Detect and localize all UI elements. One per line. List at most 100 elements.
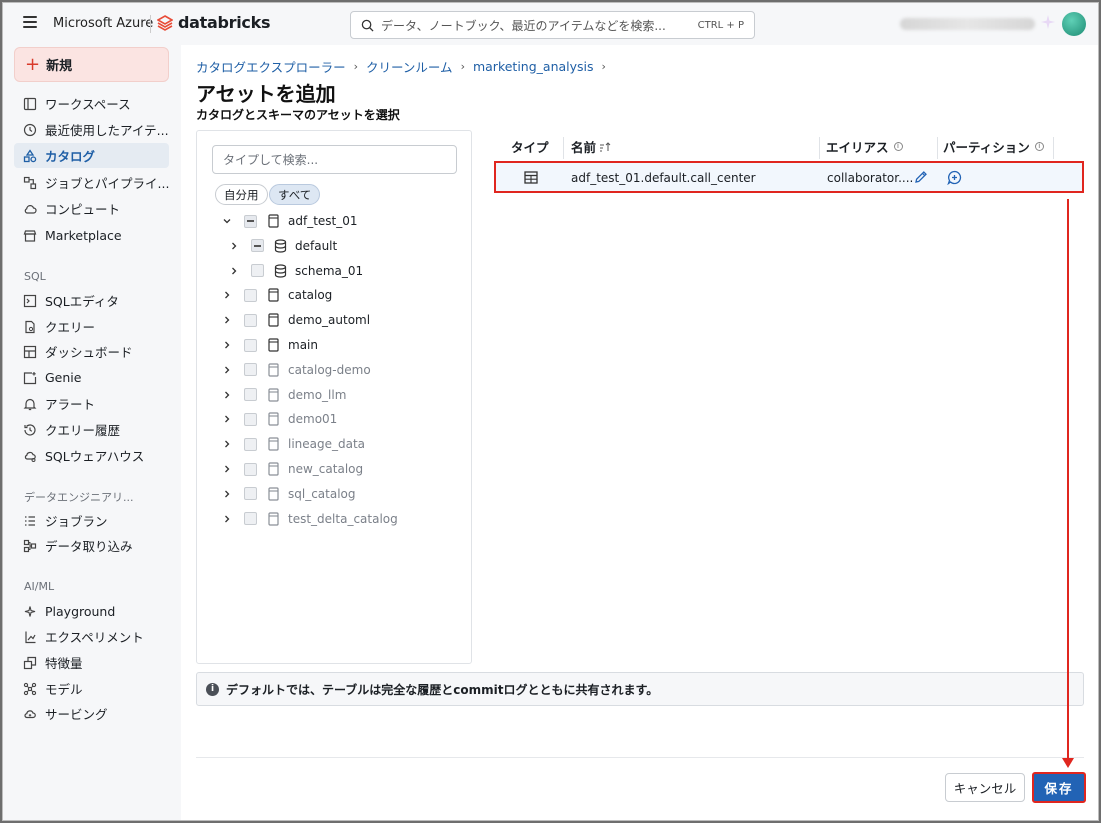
cancel-button[interactable]: キャンセル [945,773,1025,802]
bell-icon [23,398,37,410]
tree-search-input[interactable]: タイプして検索... [212,145,457,174]
sidebar-item-queries[interactable]: クエリー [14,314,169,339]
sidebar-item-catalog[interactable]: カタログ [14,143,169,168]
chevron-right-icon[interactable] [222,414,232,424]
filter-mine-chip[interactable]: 自分用 [215,184,268,205]
tree-node-label: demo_automl [288,313,371,328]
catalog-icon [268,437,279,451]
tree-node-checkbox[interactable] [251,264,264,278]
sidebar-item-query-history[interactable]: クエリー履歴 [14,417,169,442]
tree-node[interactable]: catalog-demo [222,359,371,381]
tree-node[interactable]: demo_automl [222,309,370,331]
new-button[interactable]: + 新規 [14,47,169,82]
sql-editor-icon [23,294,37,307]
tree-node[interactable]: default [229,235,337,257]
tree-node-label: lineage_data [288,437,366,452]
chevron-right-icon[interactable] [222,439,232,449]
sidebar-item-sql-editor[interactable]: SQLエディタ [14,288,169,313]
sidebar-item-marketplace[interactable]: Marketplace [14,223,169,248]
sidebar-item-models[interactable]: モデル [14,676,169,701]
sidebar-item-playground[interactable]: Playground [14,599,169,624]
tree-node[interactable]: sql_catalog [222,483,356,505]
brand-microsoft-azure[interactable]: Microsoft Azure [53,16,153,31]
sidebar-item-features[interactable]: 特徴量 [14,650,169,675]
tree-node-checkbox[interactable] [244,338,257,352]
info-icon[interactable]: i [893,142,903,151]
chevron-down-icon[interactable] [222,216,232,226]
history-icon [24,423,36,436]
sidebar-item-job-runs[interactable]: ジョブラン [14,508,169,533]
column-header-type[interactable]: タイプ [511,137,549,156]
sidebar-item-experiments[interactable]: エクスペリメント [14,624,169,649]
tree-node-checkbox[interactable] [244,363,257,377]
chevron-right-icon[interactable] [222,514,232,524]
tree-node-checkbox[interactable] [244,214,257,228]
sidebar-item-alerts[interactable]: アラート [14,391,169,416]
tree-node[interactable]: adf_test_01 [222,210,358,232]
tree-node-checkbox[interactable] [244,462,257,476]
sidebar-item-jobs[interactable]: ジョブとパイプライ... [14,170,169,195]
sidebar-item-compute[interactable]: コンピュート [14,196,169,221]
tree-node-checkbox[interactable] [244,288,257,302]
menu-icon[interactable] [23,16,37,28]
user-avatar[interactable] [1062,12,1086,36]
table-row[interactable]: adf_test_01.default.call_center collabor… [494,161,1084,193]
tree-node[interactable]: schema_01 [229,260,363,282]
chevron-right-icon[interactable] [229,266,239,276]
tree-node-checkbox[interactable] [244,313,257,327]
filter-all-chip[interactable]: すべて [269,184,321,205]
table-icon [524,171,538,184]
tree-node-checkbox[interactable] [244,437,257,451]
chevron-right-icon[interactable] [222,365,232,375]
sidebar-item-dashboards[interactable]: ダッシュボード [14,339,169,364]
chevron-right-icon[interactable] [222,315,232,325]
breadcrumb-clean-room[interactable]: クリーンルーム [366,57,453,76]
chevron-right-icon[interactable] [222,340,232,350]
global-search-input[interactable]: データ、ノートブック、最近のアイテムなどを検索... CTRL + P [350,11,755,39]
column-header-alias[interactable]: エイリアス i [826,137,903,156]
tree-node-checkbox[interactable] [244,412,257,426]
sidebar-item-recents[interactable]: 最近使用したアイテ... [14,117,169,142]
sidebar-item-serving[interactable]: サービング [14,701,169,726]
column-header-name[interactable]: 名前 [571,137,611,156]
chevron-right-icon[interactable] [222,290,232,300]
features-icon [23,656,37,669]
info-icon[interactable]: i [1034,142,1044,151]
chevron-right-icon[interactable] [222,489,232,499]
catalog-icon [268,338,279,352]
tree-node-checkbox[interactable] [251,239,264,253]
tree-node[interactable]: main [222,334,318,356]
tree-node[interactable]: demo_llm [222,384,346,406]
brand-databricks[interactable]: databricks [157,13,270,32]
add-partition-icon[interactable] [947,170,962,185]
chevron-right-icon[interactable] [229,241,239,251]
sidebar-item-label: サービング [45,707,108,722]
sidebar-item-sql-warehouses[interactable]: SQLウェアハウス [14,443,169,468]
tree-node[interactable]: catalog [222,284,332,306]
databricks-logo-icon [157,14,173,31]
chevron-right-icon[interactable] [222,390,232,400]
tree-node[interactable]: demo01 [222,408,337,430]
footer-divider [196,757,1084,758]
breadcrumb-catalog-explorer[interactable]: カタログエクスプローラー [196,57,346,76]
top-bar: Microsoft Azure databricks データ、ノートブック、最近… [3,3,1098,45]
breadcrumb-marketing-analysis[interactable]: marketing_analysis [473,59,594,74]
tree-node[interactable]: new_catalog [222,458,363,480]
tree-node[interactable]: lineage_data [222,433,365,455]
workspace-name-blurred[interactable] [900,18,1035,30]
pencil-icon[interactable] [914,170,928,184]
save-button[interactable]: 保存 [1032,772,1086,803]
sidebar-item-genie[interactable]: Genie [14,365,169,390]
schema-icon [274,239,287,253]
chevron-right-icon[interactable] [222,464,232,474]
tree-node-checkbox[interactable] [244,487,257,501]
sidebar-item-label: Playground [45,604,116,619]
column-header-partition[interactable]: パーティション i [943,137,1044,156]
sidebar-item-workspace[interactable]: ワークスペース [14,91,169,116]
sidebar-item-label: モデル [45,682,83,697]
assistant-spark-icon[interactable] [1041,15,1055,29]
tree-node[interactable]: test_delta_catalog [222,508,398,530]
sidebar-item-data-ingestion[interactable]: データ取り込み [14,533,169,558]
tree-node-checkbox[interactable] [244,388,257,402]
tree-node-checkbox[interactable] [244,512,257,526]
